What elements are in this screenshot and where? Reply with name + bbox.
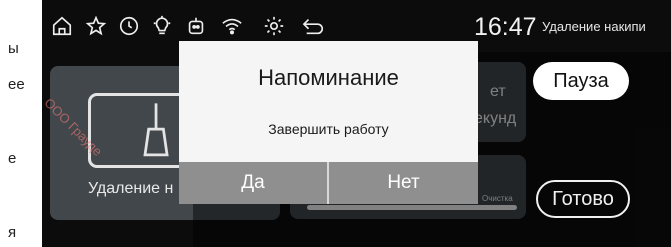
edge-fragment: я [8,224,17,241]
descaling-card-label: Удаление н [88,180,174,197]
edge-fragment: ее [8,76,25,93]
clock-time: 16:47 [474,13,537,41]
edge-fragment: е [8,150,17,167]
robot-icon[interactable] [184,14,208,38]
edge-fragment: ы [8,40,19,57]
dialog-title: Напоминание [258,65,399,90]
yes-button[interactable]: Да [179,162,327,204]
wifi-icon[interactable] [220,14,244,38]
dialog-body: Напоминание Завершить работу [179,41,478,162]
home-icon[interactable] [50,14,74,38]
gear-icon[interactable] [262,14,286,38]
star-icon[interactable] [84,14,108,38]
dialog-message: Завершить работу [268,121,389,137]
page-edge: ы ее е я [0,0,42,247]
pause-button[interactable]: Пауза [533,62,629,100]
clock-icon[interactable] [117,14,141,38]
bulb-icon[interactable] [150,14,174,38]
mode-title: Удаление накипи [542,19,646,34]
no-button[interactable]: Нет [329,162,478,204]
done-button[interactable]: Готово [536,180,630,218]
back-arrow-icon[interactable] [300,14,328,38]
device-screen: 16:47 Удаление накипи Удаление н ет екун… [42,0,671,247]
reminder-dialog: Напоминание Завершить работу Да Нет [179,41,478,204]
